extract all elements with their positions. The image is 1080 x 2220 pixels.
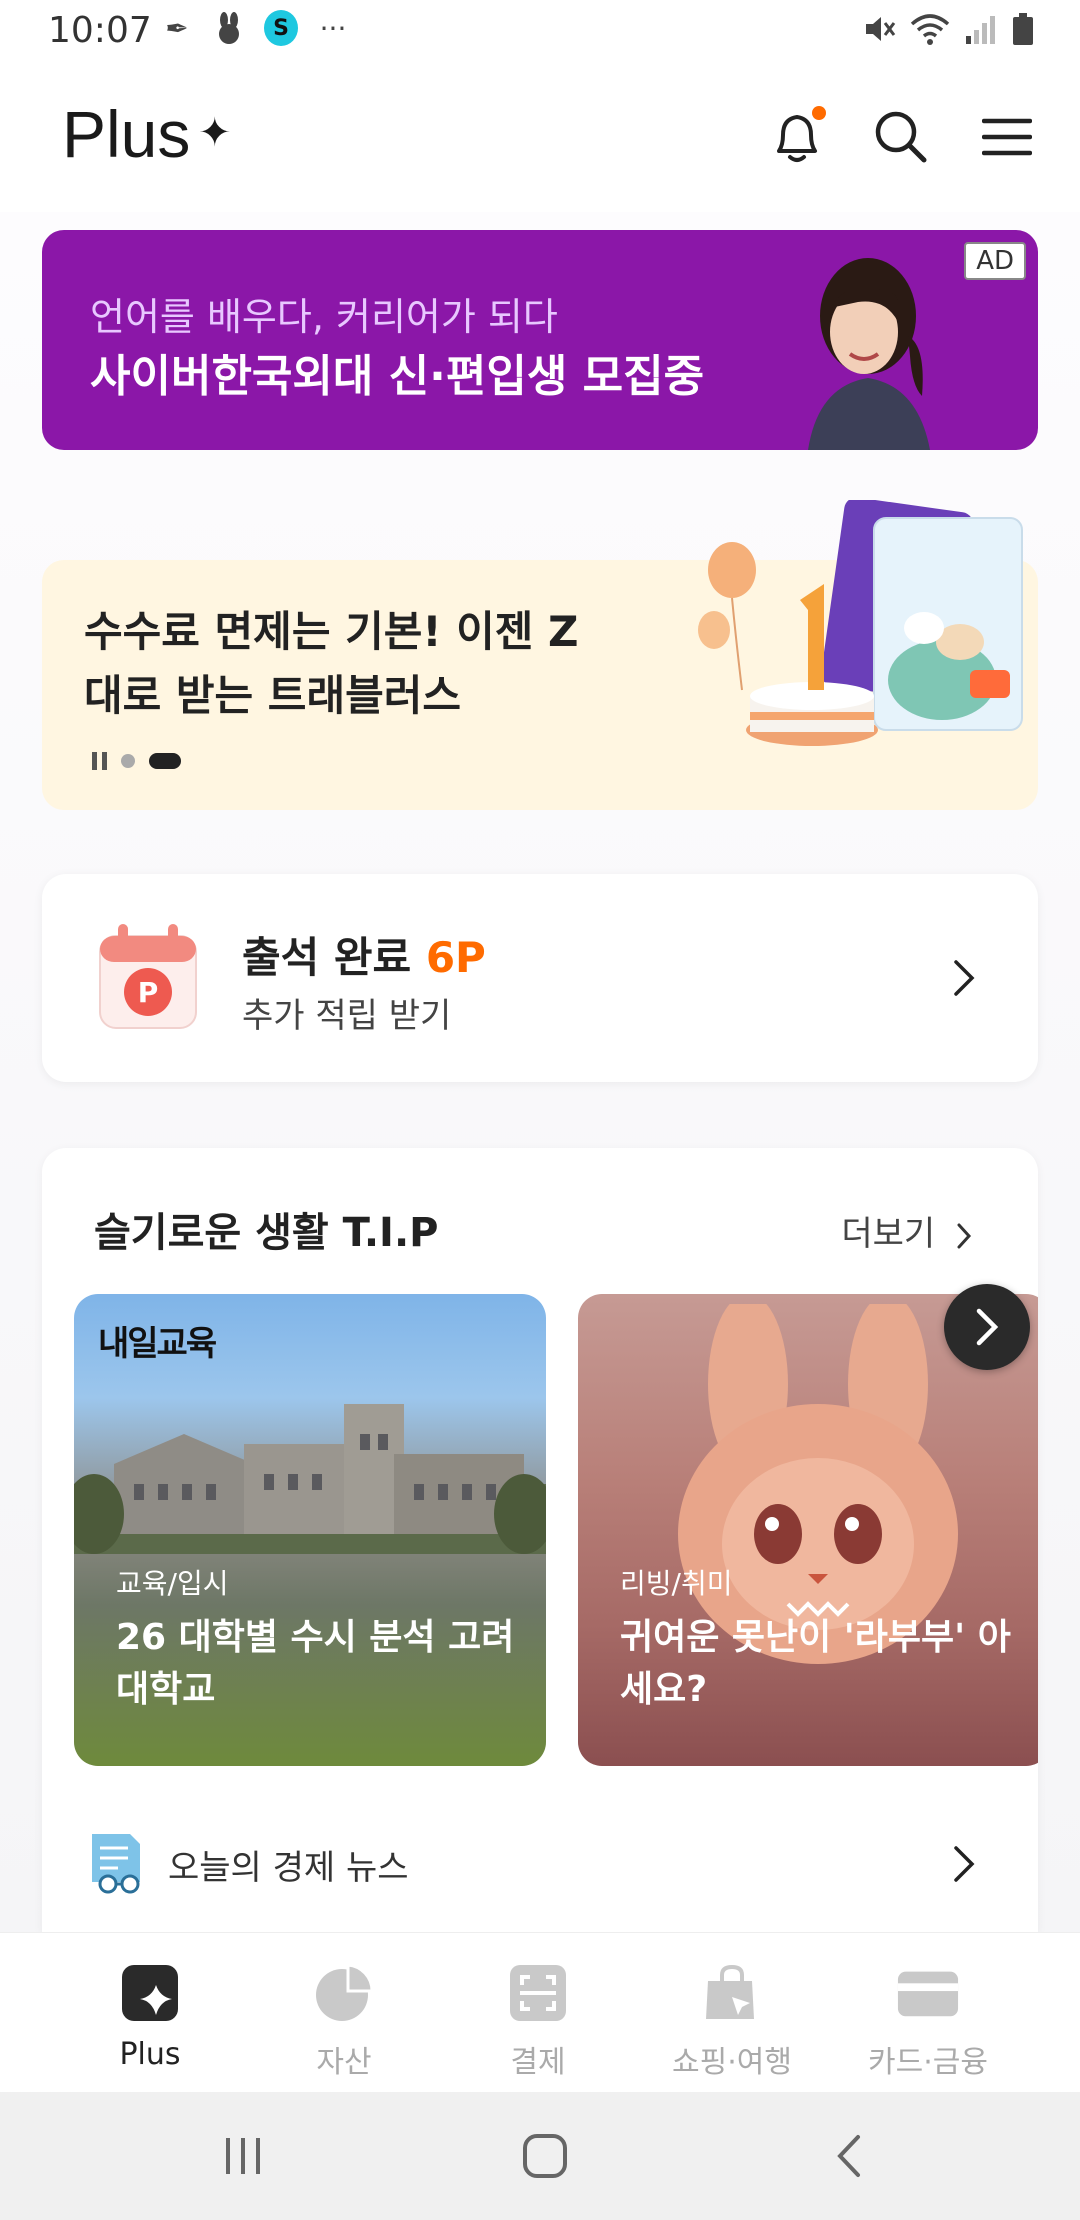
wifi-icon bbox=[910, 14, 950, 45]
carousel-next-button[interactable] bbox=[944, 1284, 1030, 1370]
tip-card-education[interactable]: 내일교육 교육/입시 26 대학별 수시 분석 고려대학교 bbox=[74, 1294, 546, 1766]
tip-category: 리빙/취미 bbox=[620, 1567, 733, 1600]
pie-chart-icon bbox=[312, 1961, 376, 2025]
attendance-card[interactable]: P 출석 완료 6P 추가 적립 받기 bbox=[42, 874, 1038, 1082]
university-building-image bbox=[74, 1404, 546, 1554]
attendance-title-text: 출석 완료 bbox=[242, 933, 412, 982]
notification-badge bbox=[812, 106, 826, 120]
promo-title: 수수료 면제는 기본! 이젠 Z대로 받는 트래블러스 bbox=[84, 607, 579, 720]
nav-label-assets: 자산 bbox=[316, 2045, 372, 2080]
signal-icon bbox=[966, 16, 995, 44]
status-bar: 10:07 ✒ S ··· bbox=[0, 0, 1080, 62]
ad-badge: AD bbox=[964, 242, 1026, 280]
nav-item-card-finance[interactable]: 카드·금융 bbox=[848, 1961, 1008, 2081]
bottom-nav: Plus 자산 결제 쇼핑·여행 카드·금융 bbox=[0, 1932, 1080, 2092]
app-notification-icon: S bbox=[264, 10, 298, 46]
calendar-points-icon: P bbox=[99, 924, 197, 1029]
sparkle-icon: ✦ bbox=[198, 110, 232, 156]
svg-text:P: P bbox=[138, 976, 159, 1009]
tip-brand-logo: 내일교육 bbox=[98, 1324, 217, 1364]
recent-apps-button[interactable] bbox=[208, 2124, 278, 2188]
tip-headline: 귀여운 못난이 '라부부' 아세요? bbox=[620, 1617, 1011, 1710]
search-icon bbox=[875, 111, 927, 163]
back-icon bbox=[837, 2135, 860, 2177]
nav-label-payment: 결제 bbox=[510, 2045, 566, 2080]
plus-sparkle-icon bbox=[118, 1961, 182, 2025]
nav-label-shopping-travel: 쇼핑·여행 bbox=[672, 2045, 792, 2080]
travel-card-promo-banner[interactable]: 수수료 면제는 기본! 이젠 Z대로 받는 트래블러스 bbox=[42, 500, 1038, 810]
mute-icon bbox=[866, 17, 896, 41]
app-header: Plus ✦ bbox=[0, 62, 1080, 212]
attendance-title: 출석 완료 6P bbox=[242, 924, 486, 985]
nav-item-payment[interactable]: 결제 bbox=[458, 1961, 618, 2081]
tip-category: 교육/입시 bbox=[116, 1567, 229, 1600]
news-label: 오늘의 경제 뉴스 bbox=[168, 1848, 409, 1888]
tips-section-title: 슬기로운 생활 T.I.P bbox=[94, 1210, 439, 1256]
rabbit-notification-icon bbox=[212, 10, 246, 46]
chevron-right-icon bbox=[976, 1308, 999, 1346]
shopping-bag-icon bbox=[700, 1961, 764, 2025]
nav-label-card-finance: 카드·금융 bbox=[868, 2045, 988, 2080]
carousel-dot bbox=[121, 754, 135, 768]
quill-notification-icon: ✒ bbox=[165, 11, 189, 45]
app-logo: Plus bbox=[62, 97, 191, 171]
more-notifications-icon: ··· bbox=[319, 11, 347, 45]
tips-more-link[interactable]: 더보기 bbox=[841, 1206, 972, 1255]
ad-title: 사이버한국외대 신·편입생 모집중 bbox=[90, 351, 705, 402]
pause-icon[interactable] bbox=[92, 752, 107, 770]
battery-icon bbox=[1013, 13, 1033, 45]
carousel-indicator bbox=[92, 752, 181, 770]
search-button[interactable] bbox=[866, 102, 936, 172]
more-label: 더보기 bbox=[841, 1214, 936, 1254]
home-button[interactable] bbox=[510, 2124, 580, 2188]
nav-item-shopping-travel[interactable]: 쇼핑·여행 bbox=[652, 1961, 812, 2081]
hamburger-menu-icon bbox=[982, 118, 1032, 156]
card-icon bbox=[896, 1961, 960, 2025]
recent-apps-icon bbox=[226, 2138, 260, 2174]
chevron-right-icon bbox=[957, 1223, 972, 1248]
notification-icons: ✒ S ··· bbox=[160, 10, 350, 46]
tip-headline: 26 대학별 수시 분석 고려대학교 bbox=[116, 1617, 515, 1710]
back-button[interactable] bbox=[814, 2124, 884, 2188]
home-icon bbox=[523, 2134, 567, 2178]
menu-button[interactable] bbox=[972, 102, 1042, 172]
newspaper-glasses-icon bbox=[92, 1834, 140, 1894]
travel-card-illustration bbox=[698, 500, 1023, 746]
main-content: 언어를 배우다, 커리어가 되다 사이버한국외대 신·편입생 모집중 AD 수수… bbox=[0, 212, 1080, 1932]
life-tips-section: 슬기로운 생활 T.I.P 더보기 내일교육 교육/입시 26 대학별 수시 분… bbox=[42, 1148, 1038, 1932]
scan-icon bbox=[506, 1961, 570, 2025]
system-status-icons bbox=[862, 12, 1034, 46]
nav-label-plus: Plus bbox=[119, 2037, 181, 2072]
notification-button[interactable] bbox=[762, 102, 832, 172]
nav-item-assets[interactable]: 자산 bbox=[264, 1961, 424, 2081]
ad-banner[interactable]: 언어를 배우다, 커리어가 되다 사이버한국외대 신·편입생 모집중 AD bbox=[42, 230, 1038, 450]
ad-model-image bbox=[808, 258, 930, 450]
nav-item-plus[interactable]: Plus bbox=[70, 1961, 230, 2072]
attendance-points: 6P bbox=[425, 933, 486, 982]
attendance-subtitle: 추가 적립 받기 bbox=[242, 996, 452, 1036]
ad-subtitle: 언어를 배우다, 커리어가 되다 bbox=[90, 295, 558, 339]
chevron-right-icon bbox=[954, 960, 975, 996]
carousel-dot-active bbox=[149, 753, 181, 769]
economy-news-row[interactable]: 오늘의 경제 뉴스 bbox=[42, 1814, 1038, 1914]
system-nav-bar bbox=[0, 2092, 1080, 2220]
chevron-right-icon bbox=[954, 1846, 975, 1882]
status-time: 10:07 bbox=[48, 10, 152, 51]
